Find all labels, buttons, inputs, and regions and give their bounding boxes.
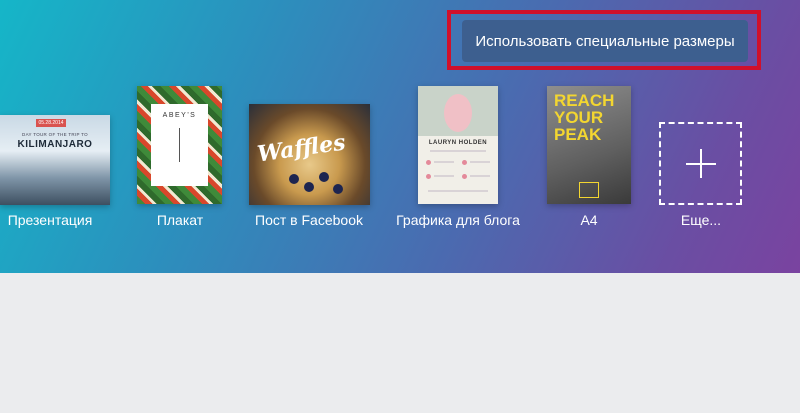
- bullet-dot: [426, 160, 431, 165]
- design-templates-banner: Использовать специальные размеры 05.28.2…: [0, 0, 800, 273]
- berry-decoration: [319, 172, 329, 182]
- template-label-presentation[interactable]: Презентация: [8, 212, 93, 228]
- bullet-dot: [426, 174, 431, 179]
- thumb-title: REACH YOUR PEAK: [554, 91, 615, 144]
- text-line: [470, 175, 490, 177]
- thumb-title: LAURYN HOLDEN: [428, 140, 488, 146]
- text-line: [434, 161, 454, 163]
- thumb-title: ABEY'S: [162, 112, 197, 119]
- thumb-subtitle: DAY TOUR OF THE TRIP TO: [22, 132, 88, 137]
- template-label-poster[interactable]: Плакат: [157, 212, 203, 228]
- text-line: [428, 190, 488, 192]
- template-label-blog-graphic[interactable]: Графика для блога: [396, 212, 520, 228]
- profile-photo: [418, 86, 498, 136]
- blog-graphic-thumbnail[interactable]: LAURYN HOLDEN: [418, 86, 498, 204]
- poster-thumbnail[interactable]: ABEY'S: [137, 86, 222, 204]
- template-label-a4[interactable]: A4: [580, 212, 597, 228]
- bullet-dot: [462, 160, 467, 165]
- berry-decoration: [289, 174, 299, 184]
- text-line: [430, 150, 486, 152]
- face-shape: [444, 94, 472, 132]
- thumb-title: KILIMANJARO: [17, 139, 93, 150]
- facebook-post-thumbnail[interactable]: Waffles: [249, 104, 370, 205]
- logo-badge: [579, 182, 599, 198]
- thumb-title: Waffles: [255, 129, 348, 168]
- custom-sizes-button[interactable]: Использовать специальные размеры: [462, 20, 748, 62]
- template-label-more[interactable]: Еще...: [681, 212, 721, 228]
- poster-card: ABEY'S: [151, 104, 208, 186]
- berry-decoration: [333, 184, 343, 194]
- divider: [179, 128, 180, 162]
- template-label-facebook-post[interactable]: Пост в Facebook: [255, 212, 363, 228]
- more-templates-button[interactable]: [659, 122, 742, 205]
- text-line: [470, 161, 490, 163]
- thumb-date: 05.28.2014: [36, 119, 66, 127]
- bullet-dot: [462, 174, 467, 179]
- presentation-thumbnail[interactable]: 05.28.2014 DAY TOUR OF THE TRIP TO KILIM…: [0, 115, 110, 205]
- text-line: [434, 175, 454, 177]
- a4-thumbnail[interactable]: REACH YOUR PEAK: [547, 86, 631, 204]
- berry-decoration: [304, 182, 314, 192]
